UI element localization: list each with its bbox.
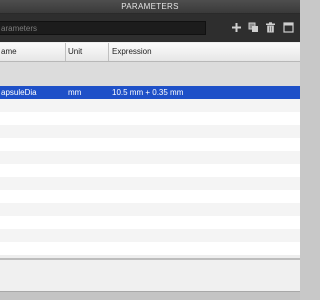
- parameters-window: PARAMETERS arameters ame Unit Expression…: [0, 0, 300, 300]
- parameters-toolbar: [0, 14, 300, 42]
- column-header-expression[interactable]: Expression: [109, 43, 300, 61]
- group-row[interactable]: [0, 62, 300, 86]
- table-row[interactable]: [0, 164, 300, 177]
- search-input[interactable]: [0, 21, 206, 35]
- table-row[interactable]: [0, 242, 300, 255]
- table-row[interactable]: [0, 216, 300, 229]
- window-icon[interactable]: [282, 21, 295, 34]
- cell-name: apsuleDia: [1, 88, 37, 97]
- table-row[interactable]: [0, 229, 300, 242]
- table-row[interactable]: [0, 138, 300, 151]
- table-row[interactable]: [0, 125, 300, 138]
- table-row[interactable]: [0, 99, 300, 112]
- cell-expression: 10.5 mm + 0.35 mm: [112, 88, 184, 97]
- table-row[interactable]: [0, 151, 300, 164]
- dialog-footer: [0, 260, 300, 291]
- window-title: PARAMETERS: [121, 2, 179, 11]
- table-row[interactable]: [0, 203, 300, 216]
- table-row[interactable]: [0, 190, 300, 203]
- copy-icon[interactable]: [247, 21, 260, 34]
- column-header-unit[interactable]: Unit: [66, 43, 109, 61]
- table-row-selected[interactable]: apsuleDia mm 10.5 mm + 0.35 mm: [0, 86, 300, 99]
- table-row[interactable]: [0, 177, 300, 190]
- trash-icon[interactable]: [264, 21, 277, 34]
- cell-unit: mm: [68, 88, 82, 97]
- table-header: ame Unit Expression: [0, 43, 300, 62]
- parameters-table: apsuleDia mm 10.5 mm + 0.35 mm: [0, 62, 300, 258]
- column-header-name[interactable]: ame: [0, 43, 66, 61]
- background-canvas-strip: [0, 291, 300, 300]
- window-titlebar[interactable]: PARAMETERS: [0, 0, 300, 14]
- plus-icon[interactable]: [230, 21, 243, 34]
- table-row[interactable]: [0, 112, 300, 125]
